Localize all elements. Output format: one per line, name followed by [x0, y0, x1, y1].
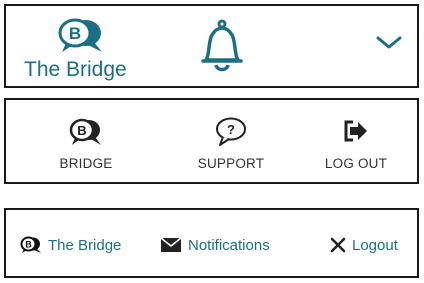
support-icon-glyph: ? [227, 122, 235, 137]
bell-icon[interactable] [192, 18, 252, 78]
link-logout[interactable]: Logout [330, 234, 398, 256]
nav-item-label: SUPPORT [197, 156, 265, 171]
link-label: Notifications [188, 236, 270, 254]
nav-item-label: BRIDGE [59, 156, 113, 171]
brand-link[interactable]: B The Bridge [20, 14, 160, 84]
nav-item-logout[interactable]: LOG OUT [296, 114, 416, 178]
nav-item-support[interactable]: ? SUPPORT [171, 114, 291, 178]
logout-arrow-icon [344, 120, 367, 142]
close-x-icon [330, 237, 346, 253]
text-nav-bar: B The Bridge Notifications Logout [4, 208, 419, 278]
icon-nav-bar: B BRIDGE ? SUPPORT LOG OUT [4, 98, 419, 184]
bridge-logo-icon: B [20, 236, 41, 253]
logo-letter: B [69, 24, 81, 43]
nav-bridge-icon-letter: B [77, 123, 86, 138]
link-notifications[interactable]: Notifications [160, 234, 270, 256]
nav-item-bridge[interactable]: B BRIDGE [26, 114, 146, 178]
speech-question-icon: ? [216, 117, 246, 146]
brand-label: The Bridge [24, 58, 127, 81]
bridge-logo-icon: B [58, 18, 102, 52]
link-label: The Bridge [48, 236, 122, 254]
envelope-icon [160, 237, 182, 252]
header-bar: B The Bridge [4, 4, 419, 88]
link-bridge-icon-letter: B [25, 240, 32, 250]
link-the-bridge[interactable]: B The Bridge [20, 234, 121, 256]
nav-item-label: LOG OUT [324, 156, 388, 171]
bridge-logo-icon: B [69, 118, 101, 145]
chevron-down-icon[interactable] [376, 36, 402, 50]
link-label: Logout [352, 236, 398, 254]
